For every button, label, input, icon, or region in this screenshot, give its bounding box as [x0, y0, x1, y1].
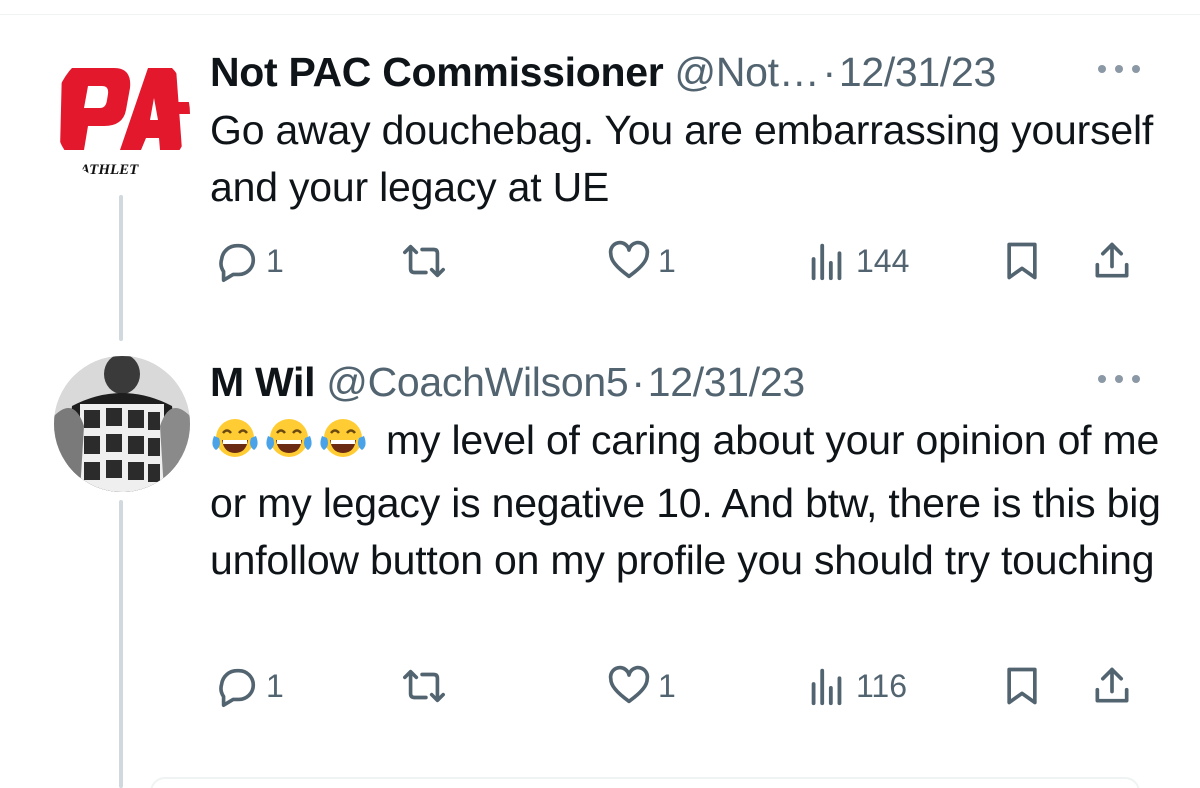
like-count: 1: [658, 667, 676, 704]
retweet-button[interactable]: [400, 235, 454, 287]
reply-count: 1: [266, 667, 284, 704]
tears-of-joy-emoji: [266, 419, 312, 457]
like-button[interactable]: 1: [606, 235, 676, 287]
thread-connector: [119, 195, 123, 341]
reply-count: 1: [266, 242, 284, 279]
view-count: 116: [856, 667, 908, 704]
retweet-icon: [403, 244, 445, 278]
emoji-prefix: [210, 416, 372, 475]
tweet-header: M Wil @CoachWilson5·12/31/23: [210, 357, 805, 407]
top-divider: [0, 14, 1200, 15]
tweet-header: Not PAC Commissioner @Not…·12/31/23: [210, 47, 996, 97]
thread-connector: [119, 500, 123, 788]
display-name[interactable]: Not PAC Commissioner: [210, 49, 664, 95]
share-icon: [1095, 667, 1129, 703]
views-icon: [811, 668, 842, 706]
views-icon: [811, 243, 842, 281]
tweet-text: Go away douchebag. You are embarrassing …: [210, 107, 1154, 210]
tweet-date[interactable]: 12/31/23: [648, 359, 806, 405]
more-icon[interactable]: [1098, 368, 1140, 390]
heart-icon: [608, 240, 650, 279]
heart-icon: [608, 665, 650, 704]
tweet-date[interactable]: 12/31/23: [839, 49, 997, 95]
separator-dot: ·: [631, 359, 645, 405]
display-name[interactable]: M Wil: [210, 359, 315, 405]
tears-of-joy-emoji: [212, 419, 258, 457]
like-button[interactable]: 1: [606, 660, 676, 712]
bookmark-icon: [1007, 242, 1037, 280]
reply-button[interactable]: 1: [214, 235, 284, 287]
retweet-button[interactable]: [400, 660, 454, 712]
action-bar: 1 1 144: [210, 235, 1150, 287]
views-button[interactable]: 144: [804, 235, 909, 287]
more-icon[interactable]: [1098, 58, 1140, 80]
separator-dot: ·: [822, 49, 836, 95]
share-icon: [1095, 242, 1129, 278]
share-button[interactable]: [1090, 235, 1134, 287]
reply-button[interactable]: 1: [214, 660, 284, 712]
avatar-logo-text: ATHLET: [79, 162, 139, 178]
bookmark-icon: [1007, 667, 1037, 705]
user-handle[interactable]: @Not…: [675, 49, 820, 95]
reply-icon: [219, 668, 256, 707]
views-button[interactable]: 116: [804, 660, 907, 712]
bookmark-button[interactable]: [1000, 235, 1044, 287]
tears-of-joy-emoji: [320, 419, 366, 457]
retweet-icon: [403, 669, 445, 703]
avatar[interactable]: [54, 356, 190, 492]
bookmark-button[interactable]: [1000, 660, 1044, 712]
share-button[interactable]: [1090, 660, 1134, 712]
reply-icon: [219, 243, 256, 282]
tweet-text-container: my level of caring about your opinion of…: [210, 412, 1170, 589]
view-count: 144: [856, 242, 910, 279]
user-handle[interactable]: @CoachWilson5: [326, 359, 628, 405]
avatar[interactable]: ATHLET: [54, 46, 190, 182]
action-bar: 1 1 116: [210, 660, 1150, 712]
like-count: 1: [658, 242, 676, 279]
reply-composer[interactable]: [150, 777, 1140, 788]
